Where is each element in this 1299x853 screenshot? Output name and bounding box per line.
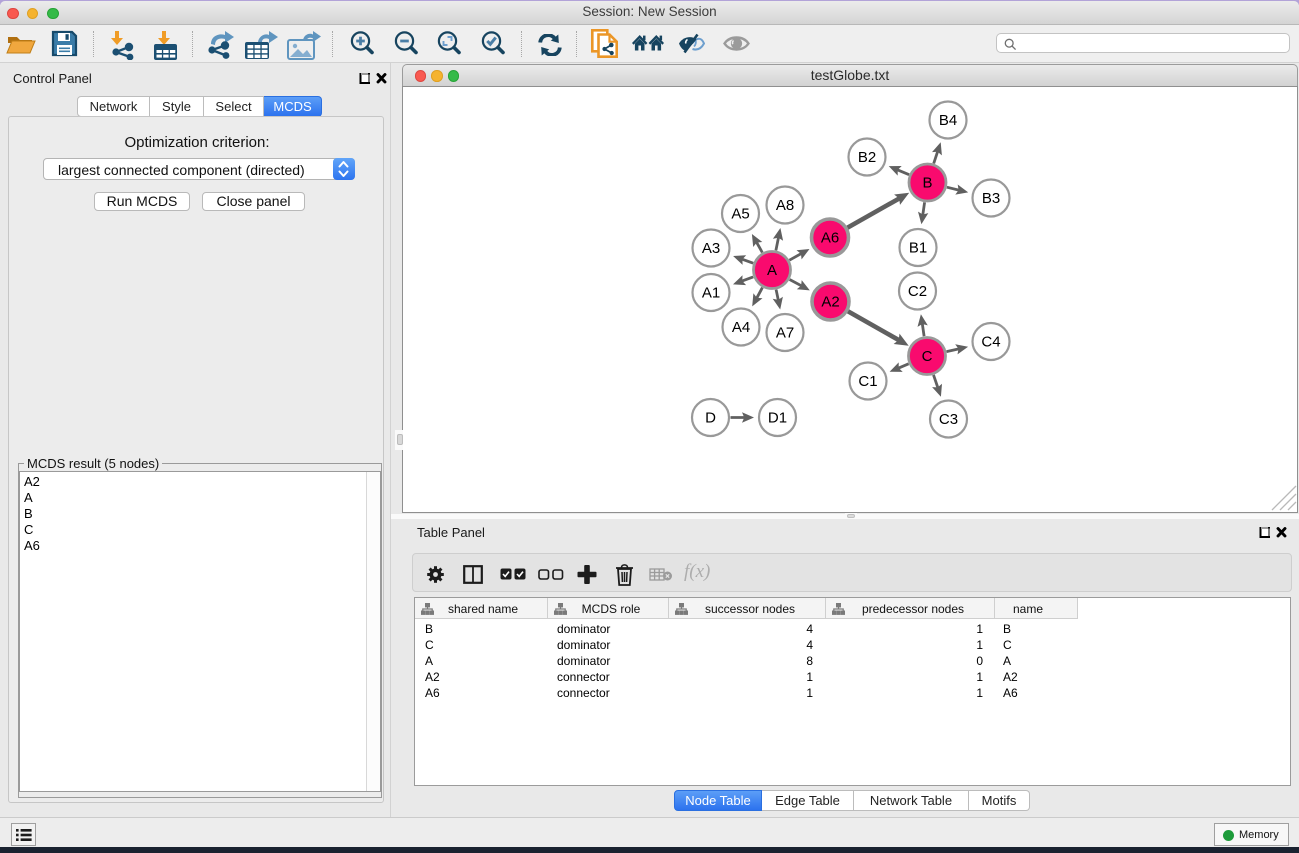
- svg-text:D1: D1: [768, 410, 787, 427]
- svg-text:C3: C3: [939, 411, 958, 428]
- svg-text:A7: A7: [776, 325, 794, 342]
- svg-text:A4: A4: [732, 319, 750, 336]
- svg-text:B3: B3: [982, 190, 1000, 207]
- svg-text:A6: A6: [821, 230, 839, 247]
- svg-text:A: A: [767, 262, 777, 279]
- svg-text:A1: A1: [702, 285, 720, 302]
- svg-text:A8: A8: [776, 197, 794, 214]
- svg-text:A2: A2: [821, 294, 839, 311]
- svg-text:D: D: [705, 410, 716, 427]
- svg-text:C1: C1: [858, 373, 877, 390]
- svg-text:B2: B2: [858, 149, 876, 166]
- svg-text:C: C: [922, 348, 933, 365]
- svg-text:A3: A3: [702, 240, 720, 257]
- svg-text:C2: C2: [908, 283, 927, 300]
- svg-text:B1: B1: [909, 240, 927, 257]
- svg-text:C4: C4: [981, 334, 1000, 351]
- svg-text:B: B: [922, 175, 932, 192]
- svg-text:B4: B4: [939, 112, 957, 129]
- svg-text:A5: A5: [731, 206, 749, 223]
